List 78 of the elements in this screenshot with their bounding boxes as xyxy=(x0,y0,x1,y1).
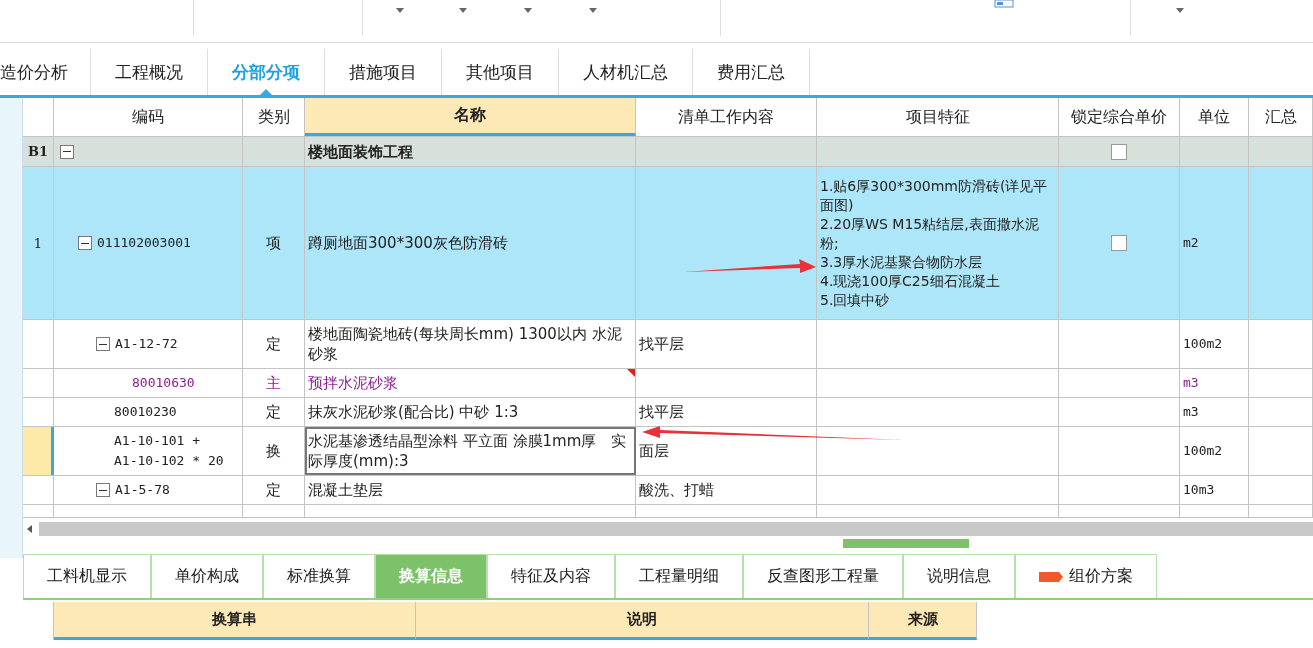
type-text: 项 xyxy=(266,233,281,253)
table-row[interactable]: A1-5-78 定 混凝土垫层 酸洗、打蜡 10m3 xyxy=(23,476,1313,505)
collapse-toggle-icon[interactable] xyxy=(78,236,92,250)
main-tab[interactable]: 措施项目 xyxy=(325,49,442,95)
caret-icon[interactable] xyxy=(1176,8,1184,13)
table-row[interactable]: B1 楼地面装饰工程 xyxy=(23,137,1313,167)
work-content-text: 找平层 xyxy=(639,402,684,422)
detail-tab[interactable]: 单价构成 xyxy=(151,554,263,598)
caret-icon[interactable] xyxy=(396,8,404,13)
name-text: 混凝土垫层 xyxy=(308,480,383,500)
code-text: 011102003001 xyxy=(97,234,191,252)
work-content-text: 酸洗、打蜡 xyxy=(639,480,714,500)
detail-tab[interactable]: 工程量明细 xyxy=(615,554,743,598)
name-text: 楼地面装饰工程 xyxy=(308,141,413,162)
code-text: A1-5-78 xyxy=(115,481,170,499)
unit-text: m3 xyxy=(1183,403,1199,421)
column-header: 项目特征 xyxy=(905,106,970,128)
table-row[interactable]: 1 011102003001 项 蹲厕地面300*300灰色防滑砖 1.贴6厚300*300mm防滑砖(详见平面图) 2.20厚WS M15粘结层,表面撒水泥粉; 3.3厚水泥基聚合物防水层 4.现浇100厚C25细石混凝土 5.回填中砂 m2 xyxy=(23,167,1313,320)
column-header: 编码 xyxy=(132,106,164,128)
type-text: 定 xyxy=(266,480,281,500)
column-header: 汇总 xyxy=(1264,106,1297,128)
name-text: 水泥基渗透结晶型涂料 平立面 涂膜1mm厚 实际厚度(mm):3 xyxy=(308,431,628,471)
code-text: A1-10-101 + A1-10-102 * 20 xyxy=(114,432,224,470)
comment-marker-icon xyxy=(627,369,635,377)
table-row[interactable]: A1-12-72 定 楼地面陶瓷地砖(每块周长mm) 1300以内 水泥砂浆 找平层 100m2 xyxy=(23,320,1313,369)
detail-tab[interactable]: 特征及内容 xyxy=(487,554,615,598)
unit-text: 100m2 xyxy=(1183,335,1223,353)
type-text: 主 xyxy=(266,373,281,393)
lock-checkbox[interactable] xyxy=(1111,235,1127,251)
scrollbar[interactable] xyxy=(39,521,1313,536)
column-header: 说明 xyxy=(627,610,657,629)
column-header: 清单工作内容 xyxy=(678,106,774,128)
main-tab[interactable]: 费用汇总 xyxy=(693,49,810,95)
feature-text: 1.贴6厚300*300mm防滑砖(详见平面图) 2.20厚WS M15粘结层,表面撒水泥粉; 3.3厚水泥基聚合物防水层 4.现浇100厚C25细石混凝土 5.回填中砂 xyxy=(820,176,1049,310)
detail-tab[interactable]: 反查图形工程量 xyxy=(743,554,903,598)
code-text: 80010230 xyxy=(114,403,177,421)
caret-icon[interactable] xyxy=(589,8,597,13)
caret-icon[interactable] xyxy=(524,8,532,13)
column-header: 类别 xyxy=(257,106,290,128)
column-header: 名称 xyxy=(454,105,486,126)
work-content-text: 找平层 xyxy=(639,334,684,354)
caret-icon[interactable] xyxy=(459,8,467,13)
row-number: B1 xyxy=(27,144,48,159)
main-tab[interactable]: 造价分析 xyxy=(0,49,91,95)
main-tab[interactable]: 工程概况 xyxy=(91,49,208,95)
column-header: 单位 xyxy=(1198,106,1230,128)
main-tab[interactable]: 人材机汇总 xyxy=(559,49,693,95)
detail-tab[interactable]: 工料机显示 xyxy=(23,554,151,598)
code-text: A1-12-72 xyxy=(115,335,178,353)
column-header: 来源 xyxy=(907,610,938,629)
name-text: 蹲厕地面300*300灰色防滑砖 xyxy=(308,233,508,253)
detail-tab[interactable]: 组价方案 xyxy=(1015,554,1157,598)
detail-tab[interactable]: 说明信息 xyxy=(903,554,1015,598)
unit-text: 10m3 xyxy=(1183,481,1215,499)
collapse-toggle-icon[interactable] xyxy=(96,483,110,497)
list-icon[interactable] xyxy=(994,0,1014,8)
main-tab[interactable]: 其他项目 xyxy=(442,49,559,95)
name-text: 预拌水泥砂浆 xyxy=(308,373,398,393)
collapse-toggle-icon[interactable] xyxy=(96,337,110,351)
type-text: 定 xyxy=(266,402,281,422)
lock-checkbox[interactable] xyxy=(1111,143,1127,160)
table-row[interactable]: 80010630 主 预拌水泥砂浆 m3 xyxy=(23,369,1313,398)
type-text: 换 xyxy=(266,441,281,461)
collapse-toggle-icon[interactable] xyxy=(60,144,74,159)
splitter-handle[interactable] xyxy=(843,539,969,548)
code-text: 80010630 xyxy=(132,374,195,392)
unit-text: m3 xyxy=(1183,374,1199,392)
name-text: 抹灰水泥砂浆(配合比) 中砂 1:3 xyxy=(308,402,519,422)
row-number: 1 xyxy=(33,235,43,251)
column-header: 锁定综合单价 xyxy=(1071,106,1167,128)
unit-text: 100m2 xyxy=(1183,442,1223,460)
name-text: 楼地面陶瓷地砖(每块周长mm) 1300以内 水泥砂浆 xyxy=(308,324,623,364)
work-content-text: 面层 xyxy=(639,441,669,461)
table-row[interactable]: 80010230 定 抹灰水泥砂浆(配合比) 中砂 1:3 找平层 m3 xyxy=(23,398,1313,427)
column-header: 换算串 xyxy=(212,610,257,629)
detail-tab[interactable]: 标准换算 xyxy=(263,554,375,598)
unit-text: m2 xyxy=(1183,234,1199,252)
type-text: 定 xyxy=(266,334,281,354)
